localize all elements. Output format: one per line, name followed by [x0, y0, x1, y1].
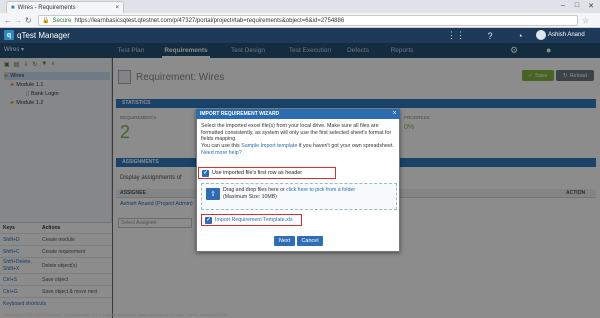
instructions-text: Select the imported excel file(s) from y…: [201, 123, 392, 143]
sample-template-link[interactable]: Sample Import template: [241, 143, 297, 149]
header-row-checkbox-field[interactable]: ✓ Use imported file's first row as heade…: [198, 167, 336, 179]
template-suffix: if you haven't got your own spreadsheet.: [297, 143, 394, 150]
tab-close-icon[interactable]: ×: [115, 5, 119, 11]
browser-tab-title: Wires - Requirements: [17, 4, 76, 11]
minimize-button[interactable]: –: [556, 0, 570, 11]
cancel-button[interactable]: Cancel: [297, 236, 323, 246]
next-button[interactable]: Next: [274, 236, 295, 246]
file-checkbox-icon[interactable]: ✓: [205, 216, 212, 224]
header-checkbox-label: Use imported file's first row as header: [212, 170, 303, 176]
app-name: qTest Manager: [17, 31, 70, 40]
browser-tab[interactable]: ■ Wires - Requirements ×: [6, 1, 124, 13]
refresh-icon[interactable]: ↻: [25, 15, 32, 26]
help-link[interactable]: Need more help?: [201, 150, 242, 156]
maximize-button[interactable]: □: [570, 0, 584, 11]
drop-zone-text: Drag and drop files here or click here t…: [223, 187, 355, 200]
selected-file[interactable]: ✓ Import Requirement Template.xls: [201, 214, 302, 226]
max-size-text: (Maximum Size: 10MB): [223, 193, 277, 200]
file-name: Import Requirement Template.xls: [215, 217, 293, 223]
modal-title: IMPORT REQUIREMENT WIZARD: [196, 109, 400, 119]
apps-grid-icon[interactable]: ⋮⋮: [447, 29, 465, 42]
star-icon[interactable]: ☆: [582, 15, 589, 26]
qtest-logo: q: [4, 30, 14, 40]
url-field[interactable]: 🔒 Secure https://learnbasicsqtest.qtestn…: [38, 15, 578, 26]
url-text: https://learnbasicsqtest.qtestnet.com/p/…: [74, 17, 345, 24]
drop-text: Drag and drop files here or: [223, 187, 287, 193]
help-icon[interactable]: ?: [484, 29, 496, 42]
lock-icon: 🔒: [42, 18, 50, 24]
forward-icon[interactable]: →: [14, 15, 22, 26]
upload-icon: ⇧: [206, 188, 220, 200]
checkbox-checked-icon[interactable]: ✓: [202, 169, 209, 177]
pick-folder-link[interactable]: click here to pick from a folder: [286, 187, 355, 193]
notifications-icon[interactable]: ◔: [514, 29, 526, 42]
back-icon[interactable]: ←: [4, 15, 12, 26]
template-prefix: You can use this: [201, 143, 242, 150]
modal-instructions: Select the imported excel file(s) from y…: [201, 123, 397, 157]
app-header: [0, 28, 600, 43]
avatar[interactable]: [536, 30, 546, 40]
close-window-button[interactable]: ✕: [584, 0, 598, 11]
secure-label: Secure: [52, 17, 72, 24]
user-name[interactable]: Ashish Anand: [548, 30, 585, 41]
page-icon: ■: [11, 4, 15, 11]
modal-close-icon[interactable]: ×: [390, 109, 399, 119]
